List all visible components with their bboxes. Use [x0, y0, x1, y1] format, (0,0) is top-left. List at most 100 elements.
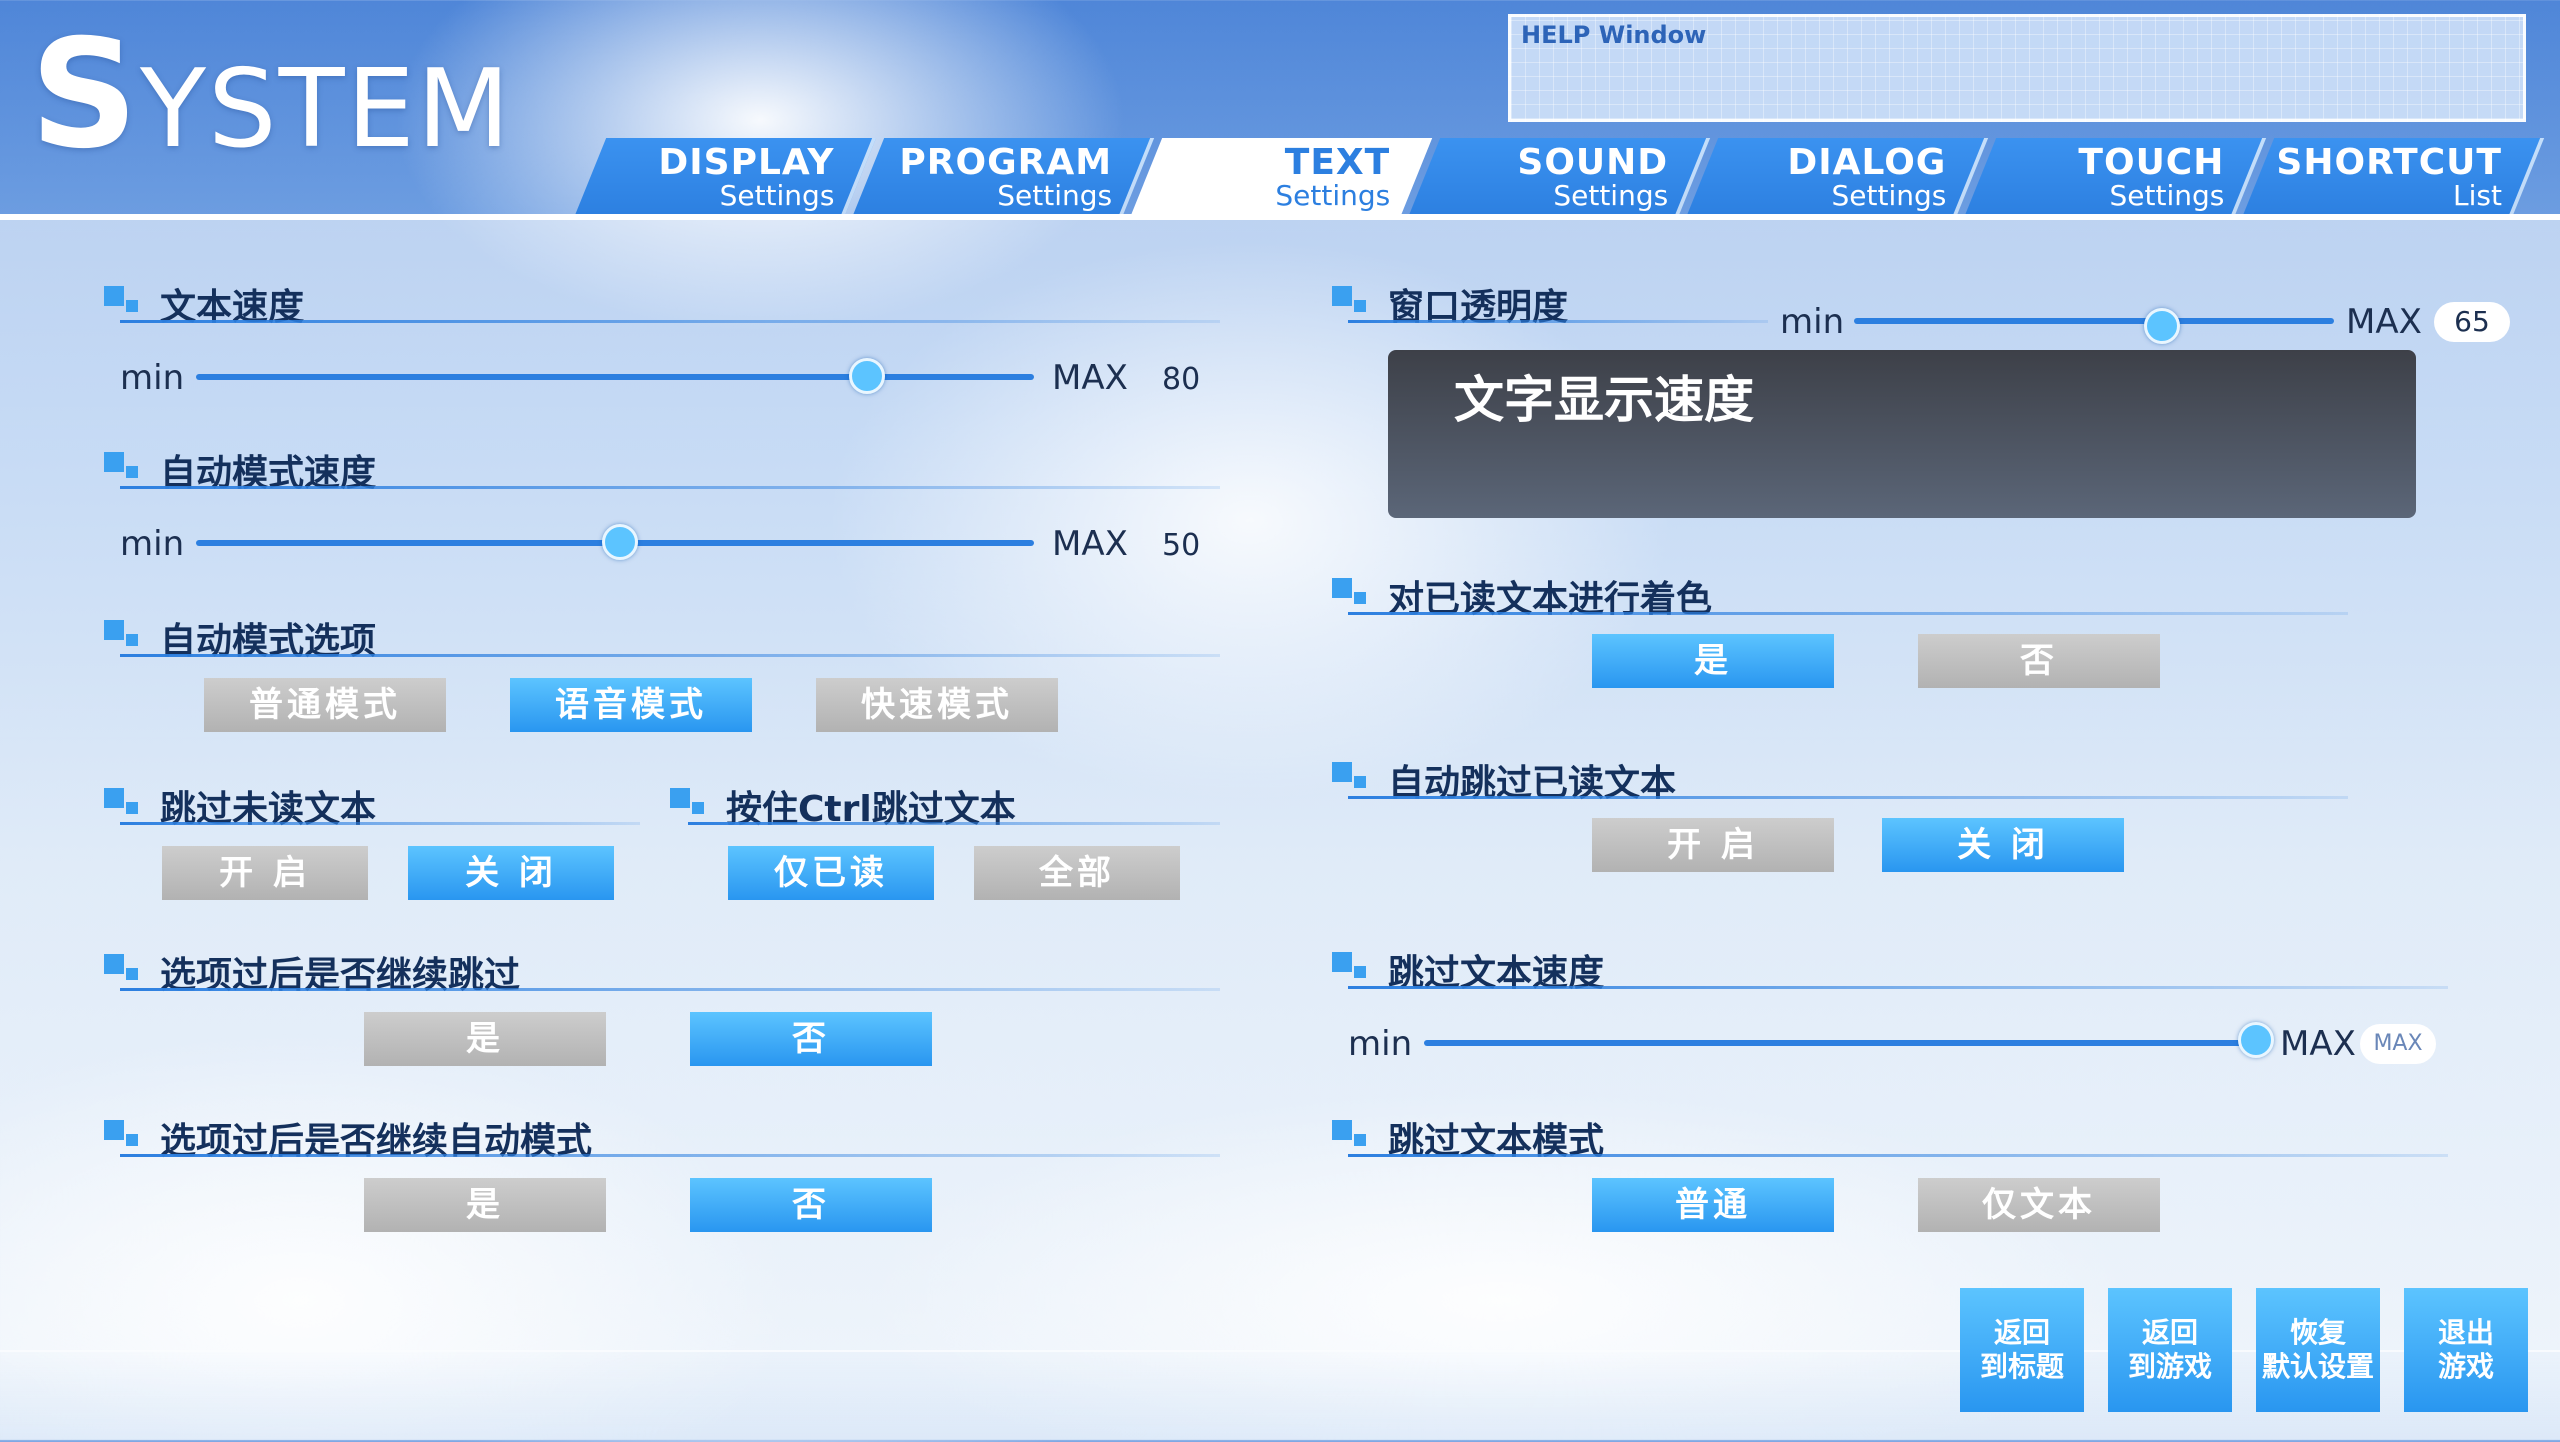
return-to-game-line1: 返回 [2141, 1316, 2198, 1349]
help-window: HELP Window [1508, 14, 2526, 122]
window-opacity-max: MAX [2346, 302, 2422, 342]
continue-auto-no-button[interactable]: 否 [690, 1178, 932, 1232]
tab-shortcut-title: SHORTCUT [2276, 142, 2503, 183]
return-to-title-button[interactable]: 返回 到标题 [1960, 1288, 2084, 1412]
return-to-title-line2: 到标题 [1979, 1350, 2064, 1383]
section-underline [688, 822, 1220, 825]
section-bullet-icon [104, 788, 124, 808]
section-bullet-icon [1332, 952, 1352, 972]
section-bullet-icon [104, 452, 124, 472]
tab-text[interactable]: TEXT Settings [1129, 138, 1433, 218]
text-speed-min: min [120, 358, 185, 398]
skip-unread-off-button[interactable]: 关 闭 [408, 846, 614, 900]
window-opacity-min: min [1780, 302, 1845, 342]
auto-voice-mode-button[interactable]: 语音模式 [510, 678, 752, 732]
text-speed-slider-track[interactable] [196, 374, 1034, 380]
text-speed-max: MAX [1052, 358, 1128, 398]
exit-game-button[interactable]: 退出 游戏 [2404, 1288, 2528, 1412]
auto-speed-slider-knob[interactable] [602, 524, 638, 560]
auto-normal-mode-button[interactable]: 普通模式 [204, 678, 446, 732]
header: SYSTEM HELP Window DISPLAY Settings PROGR… [0, 0, 2560, 220]
section-underline [1348, 986, 2448, 989]
skip-speed-max: MAX [2280, 1024, 2356, 1064]
section-bullet-icon [670, 788, 690, 808]
auto-skip-read-on-button[interactable]: 开 启 [1592, 818, 1834, 872]
auto-speed-max: MAX [1052, 524, 1128, 564]
tab-bar: DISPLAY Settings PROGRAM Settings TEXT Sett… [573, 138, 2545, 218]
text-speed-value: 80 [1162, 362, 1201, 397]
restore-defaults-line1: 恢复 [2289, 1316, 2346, 1349]
tab-dialog-sub: Settings [1831, 179, 1947, 212]
section-underline [120, 822, 640, 825]
return-to-game-button[interactable]: 返回 到游戏 [2108, 1288, 2232, 1412]
continue-skip-yes-button[interactable]: 是 [364, 1012, 606, 1066]
color-read-yes-button[interactable]: 是 [1592, 634, 1834, 688]
window-opacity-slider-knob[interactable] [2144, 308, 2180, 344]
tab-touch-sub: Settings [2109, 179, 2225, 212]
return-to-game-line2: 到游戏 [2127, 1350, 2212, 1383]
section-bullet-icon [1354, 592, 1366, 604]
title-initial: S [30, 8, 141, 182]
continue-skip-no-button[interactable]: 否 [690, 1012, 932, 1066]
section-underline [1348, 320, 1768, 323]
tab-dialog[interactable]: DIALOG Settings [1685, 138, 1989, 218]
section-underline [1348, 612, 2348, 615]
tab-display-sub: Settings [719, 179, 835, 212]
skip-speed-slider-track[interactable] [1424, 1040, 2254, 1046]
exit-game-line1: 退出 [2437, 1316, 2494, 1349]
tab-shortcut-sub: List [2453, 179, 2503, 212]
restore-defaults-button[interactable]: 恢复 默认设置 [2256, 1288, 2380, 1412]
tab-program-title: PROGRAM [899, 142, 1113, 183]
skip-speed-min: min [1348, 1024, 1413, 1064]
section-bullet-icon [104, 620, 124, 640]
return-to-title-line1: 返回 [1993, 1316, 2050, 1349]
tab-shortcut[interactable]: SHORTCUT List [2241, 138, 2545, 218]
skip-mode-text-only-button[interactable]: 仅文本 [1918, 1178, 2160, 1232]
skip-speed-slider-knob[interactable] [2238, 1022, 2274, 1058]
skip-unread-on-button[interactable]: 开 启 [162, 846, 368, 900]
section-bullet-icon [126, 300, 138, 312]
text-preview-sample: 文字显示速度 [1454, 371, 1754, 429]
tab-program[interactable]: PROGRAM Settings [851, 138, 1155, 218]
auto-fast-mode-button[interactable]: 快速模式 [816, 678, 1058, 732]
auto-skip-read-off-button[interactable]: 关 闭 [1882, 818, 2124, 872]
tab-program-sub: Settings [997, 179, 1113, 212]
window-opacity-slider-track[interactable] [1854, 318, 2334, 324]
help-window-label: HELP Window [1521, 21, 1707, 49]
window-opacity-value: 65 [2434, 302, 2510, 342]
section-bullet-icon [126, 634, 138, 646]
text-speed-slider-knob[interactable] [849, 358, 885, 394]
ctrl-skip-all-button[interactable]: 全部 [974, 846, 1180, 900]
section-bullet-icon [126, 968, 138, 980]
section-underline [120, 988, 1220, 991]
section-underline [1348, 796, 2348, 799]
section-underline [120, 486, 1220, 489]
page-title: SYSTEM [30, 20, 512, 170]
skip-mode-normal-button[interactable]: 普通 [1592, 1178, 1834, 1232]
section-bullet-icon [692, 802, 704, 814]
section-bullet-icon [1354, 776, 1366, 788]
tab-text-title: TEXT [1284, 142, 1391, 183]
tab-sound-sub: Settings [1553, 179, 1669, 212]
auto-speed-value: 50 [1162, 528, 1201, 563]
color-read-no-button[interactable]: 否 [1918, 634, 2160, 688]
tab-sound[interactable]: SOUND Settings [1407, 138, 1711, 218]
tab-sound-title: SOUND [1517, 142, 1669, 183]
section-bullet-icon [1332, 286, 1352, 306]
section-bullet-icon [1332, 762, 1352, 782]
ctrl-skip-read-only-button[interactable]: 仅已读 [728, 846, 934, 900]
restore-defaults-line2: 默认设置 [2261, 1350, 2374, 1383]
section-bullet-icon [1354, 966, 1366, 978]
section-bullet-icon [1332, 1120, 1352, 1140]
tab-display[interactable]: DISPLAY Settings [573, 138, 877, 218]
section-underline [120, 654, 1220, 657]
section-bullet-icon [126, 802, 138, 814]
tab-text-sub: Settings [1275, 179, 1391, 212]
text-preview-box: 文字显示速度 [1388, 350, 2416, 518]
section-bullet-icon [1354, 1134, 1366, 1146]
tab-touch[interactable]: TOUCH Settings [1963, 138, 2267, 218]
auto-speed-min: min [120, 524, 185, 564]
continue-auto-yes-button[interactable]: 是 [364, 1178, 606, 1232]
tab-touch-title: TOUCH [2078, 142, 2225, 183]
section-bullet-icon [104, 286, 124, 306]
